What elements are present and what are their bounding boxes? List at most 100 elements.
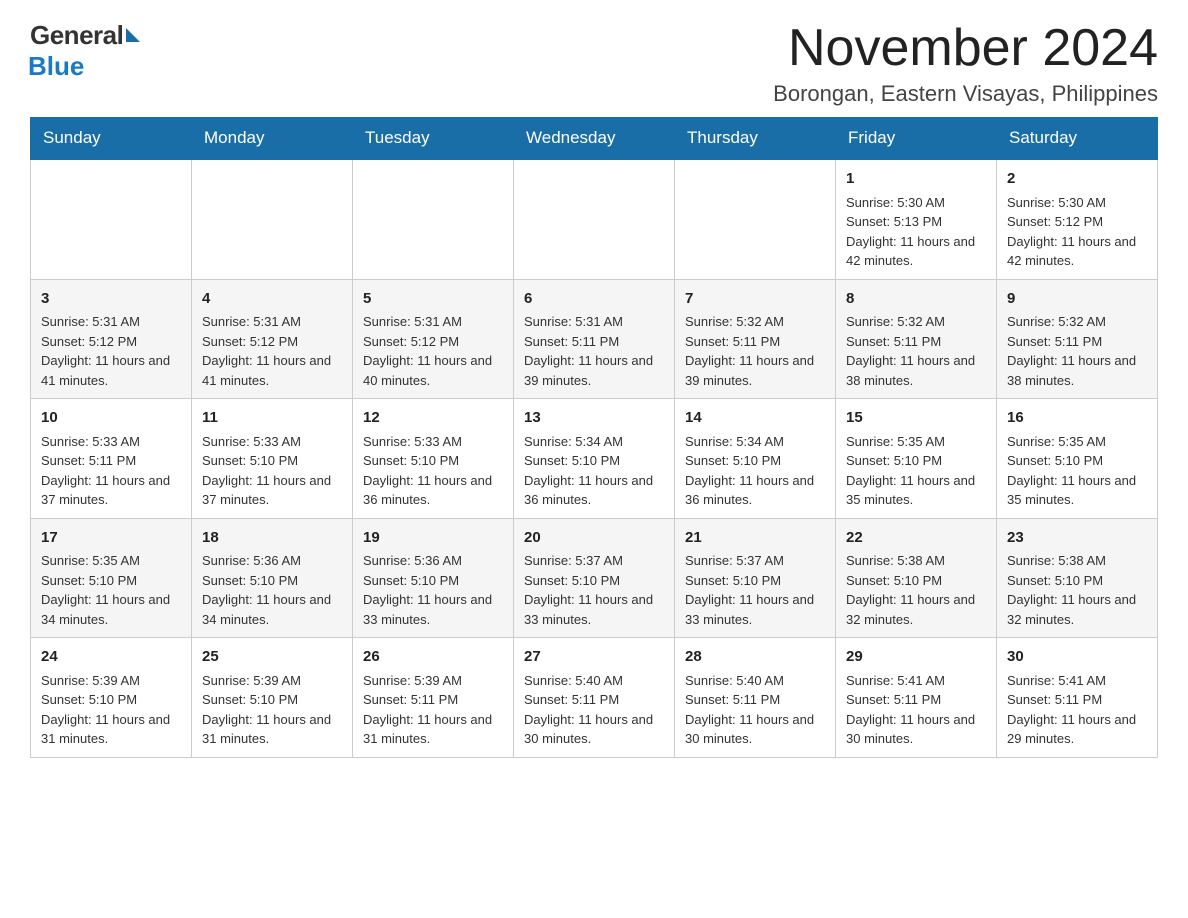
day-number: 7 (685, 288, 825, 311)
day-sun-info: Sunrise: 5:31 AMSunset: 5:12 PMDaylight:… (363, 312, 503, 390)
day-number: 8 (846, 288, 986, 311)
table-row (31, 159, 192, 279)
table-row: 5Sunrise: 5:31 AMSunset: 5:12 PMDaylight… (353, 279, 514, 399)
table-row: 2Sunrise: 5:30 AMSunset: 5:12 PMDaylight… (997, 159, 1158, 279)
day-sun-info: Sunrise: 5:32 AMSunset: 5:11 PMDaylight:… (1007, 312, 1147, 390)
header-friday: Friday (836, 118, 997, 160)
table-row: 15Sunrise: 5:35 AMSunset: 5:10 PMDayligh… (836, 399, 997, 519)
day-sun-info: Sunrise: 5:34 AMSunset: 5:10 PMDaylight:… (685, 432, 825, 510)
day-number: 18 (202, 527, 342, 550)
day-number: 20 (524, 527, 664, 550)
day-sun-info: Sunrise: 5:39 AMSunset: 5:10 PMDaylight:… (41, 671, 181, 749)
day-sun-info: Sunrise: 5:31 AMSunset: 5:12 PMDaylight:… (41, 312, 181, 390)
day-sun-info: Sunrise: 5:38 AMSunset: 5:10 PMDaylight:… (846, 551, 986, 629)
table-row: 17Sunrise: 5:35 AMSunset: 5:10 PMDayligh… (31, 518, 192, 638)
day-number: 14 (685, 407, 825, 430)
day-number: 9 (1007, 288, 1147, 311)
day-sun-info: Sunrise: 5:39 AMSunset: 5:11 PMDaylight:… (363, 671, 503, 749)
logo-blue-text: Blue (28, 51, 84, 82)
header-wednesday: Wednesday (514, 118, 675, 160)
table-row: 29Sunrise: 5:41 AMSunset: 5:11 PMDayligh… (836, 638, 997, 758)
table-row: 6Sunrise: 5:31 AMSunset: 5:11 PMDaylight… (514, 279, 675, 399)
day-number: 11 (202, 407, 342, 430)
table-row: 22Sunrise: 5:38 AMSunset: 5:10 PMDayligh… (836, 518, 997, 638)
day-sun-info: Sunrise: 5:39 AMSunset: 5:10 PMDaylight:… (202, 671, 342, 749)
calendar-header-row: Sunday Monday Tuesday Wednesday Thursday… (31, 118, 1158, 160)
table-row: 9Sunrise: 5:32 AMSunset: 5:11 PMDaylight… (997, 279, 1158, 399)
day-sun-info: Sunrise: 5:34 AMSunset: 5:10 PMDaylight:… (524, 432, 664, 510)
table-row (675, 159, 836, 279)
day-number: 24 (41, 646, 181, 669)
day-number: 22 (846, 527, 986, 550)
day-number: 5 (363, 288, 503, 311)
table-row: 1Sunrise: 5:30 AMSunset: 5:13 PMDaylight… (836, 159, 997, 279)
day-sun-info: Sunrise: 5:41 AMSunset: 5:11 PMDaylight:… (846, 671, 986, 749)
table-row: 25Sunrise: 5:39 AMSunset: 5:10 PMDayligh… (192, 638, 353, 758)
calendar-week-3: 10Sunrise: 5:33 AMSunset: 5:11 PMDayligh… (31, 399, 1158, 519)
day-sun-info: Sunrise: 5:31 AMSunset: 5:11 PMDaylight:… (524, 312, 664, 390)
table-row (353, 159, 514, 279)
day-sun-info: Sunrise: 5:36 AMSunset: 5:10 PMDaylight:… (363, 551, 503, 629)
page-header: General Blue November 2024 Borongan, Eas… (30, 20, 1158, 107)
day-sun-info: Sunrise: 5:30 AMSunset: 5:13 PMDaylight:… (846, 193, 986, 271)
day-sun-info: Sunrise: 5:35 AMSunset: 5:10 PMDaylight:… (846, 432, 986, 510)
day-sun-info: Sunrise: 5:30 AMSunset: 5:12 PMDaylight:… (1007, 193, 1147, 271)
table-row: 12Sunrise: 5:33 AMSunset: 5:10 PMDayligh… (353, 399, 514, 519)
day-number: 10 (41, 407, 181, 430)
header-thursday: Thursday (675, 118, 836, 160)
calendar-week-2: 3Sunrise: 5:31 AMSunset: 5:12 PMDaylight… (31, 279, 1158, 399)
day-number: 15 (846, 407, 986, 430)
table-row: 4Sunrise: 5:31 AMSunset: 5:12 PMDaylight… (192, 279, 353, 399)
day-number: 29 (846, 646, 986, 669)
day-sun-info: Sunrise: 5:32 AMSunset: 5:11 PMDaylight:… (685, 312, 825, 390)
day-number: 12 (363, 407, 503, 430)
table-row: 27Sunrise: 5:40 AMSunset: 5:11 PMDayligh… (514, 638, 675, 758)
day-sun-info: Sunrise: 5:31 AMSunset: 5:12 PMDaylight:… (202, 312, 342, 390)
day-number: 30 (1007, 646, 1147, 669)
header-tuesday: Tuesday (353, 118, 514, 160)
day-sun-info: Sunrise: 5:35 AMSunset: 5:10 PMDaylight:… (1007, 432, 1147, 510)
table-row: 23Sunrise: 5:38 AMSunset: 5:10 PMDayligh… (997, 518, 1158, 638)
table-row (514, 159, 675, 279)
day-sun-info: Sunrise: 5:33 AMSunset: 5:11 PMDaylight:… (41, 432, 181, 510)
table-row: 11Sunrise: 5:33 AMSunset: 5:10 PMDayligh… (192, 399, 353, 519)
table-row: 8Sunrise: 5:32 AMSunset: 5:11 PMDaylight… (836, 279, 997, 399)
location-subtitle: Borongan, Eastern Visayas, Philippines (773, 81, 1158, 107)
day-number: 13 (524, 407, 664, 430)
table-row: 13Sunrise: 5:34 AMSunset: 5:10 PMDayligh… (514, 399, 675, 519)
day-sun-info: Sunrise: 5:32 AMSunset: 5:11 PMDaylight:… (846, 312, 986, 390)
table-row: 14Sunrise: 5:34 AMSunset: 5:10 PMDayligh… (675, 399, 836, 519)
day-number: 16 (1007, 407, 1147, 430)
table-row: 16Sunrise: 5:35 AMSunset: 5:10 PMDayligh… (997, 399, 1158, 519)
table-row: 26Sunrise: 5:39 AMSunset: 5:11 PMDayligh… (353, 638, 514, 758)
table-row: 30Sunrise: 5:41 AMSunset: 5:11 PMDayligh… (997, 638, 1158, 758)
calendar-week-5: 24Sunrise: 5:39 AMSunset: 5:10 PMDayligh… (31, 638, 1158, 758)
table-row: 21Sunrise: 5:37 AMSunset: 5:10 PMDayligh… (675, 518, 836, 638)
calendar-week-1: 1Sunrise: 5:30 AMSunset: 5:13 PMDaylight… (31, 159, 1158, 279)
day-number: 4 (202, 288, 342, 311)
day-number: 28 (685, 646, 825, 669)
day-sun-info: Sunrise: 5:35 AMSunset: 5:10 PMDaylight:… (41, 551, 181, 629)
day-sun-info: Sunrise: 5:38 AMSunset: 5:10 PMDaylight:… (1007, 551, 1147, 629)
header-monday: Monday (192, 118, 353, 160)
month-title: November 2024 (773, 20, 1158, 77)
table-row: 28Sunrise: 5:40 AMSunset: 5:11 PMDayligh… (675, 638, 836, 758)
day-number: 25 (202, 646, 342, 669)
day-number: 3 (41, 288, 181, 311)
day-sun-info: Sunrise: 5:40 AMSunset: 5:11 PMDaylight:… (685, 671, 825, 749)
day-sun-info: Sunrise: 5:37 AMSunset: 5:10 PMDaylight:… (685, 551, 825, 629)
day-sun-info: Sunrise: 5:33 AMSunset: 5:10 PMDaylight:… (363, 432, 503, 510)
day-number: 17 (41, 527, 181, 550)
day-sun-info: Sunrise: 5:33 AMSunset: 5:10 PMDaylight:… (202, 432, 342, 510)
day-number: 1 (846, 168, 986, 191)
table-row (192, 159, 353, 279)
day-number: 19 (363, 527, 503, 550)
day-sun-info: Sunrise: 5:37 AMSunset: 5:10 PMDaylight:… (524, 551, 664, 629)
day-number: 27 (524, 646, 664, 669)
table-row: 7Sunrise: 5:32 AMSunset: 5:11 PMDaylight… (675, 279, 836, 399)
day-number: 21 (685, 527, 825, 550)
table-row: 10Sunrise: 5:33 AMSunset: 5:11 PMDayligh… (31, 399, 192, 519)
logo-triangle-icon (126, 28, 140, 42)
logo: General Blue (30, 20, 140, 82)
header-sunday: Sunday (31, 118, 192, 160)
